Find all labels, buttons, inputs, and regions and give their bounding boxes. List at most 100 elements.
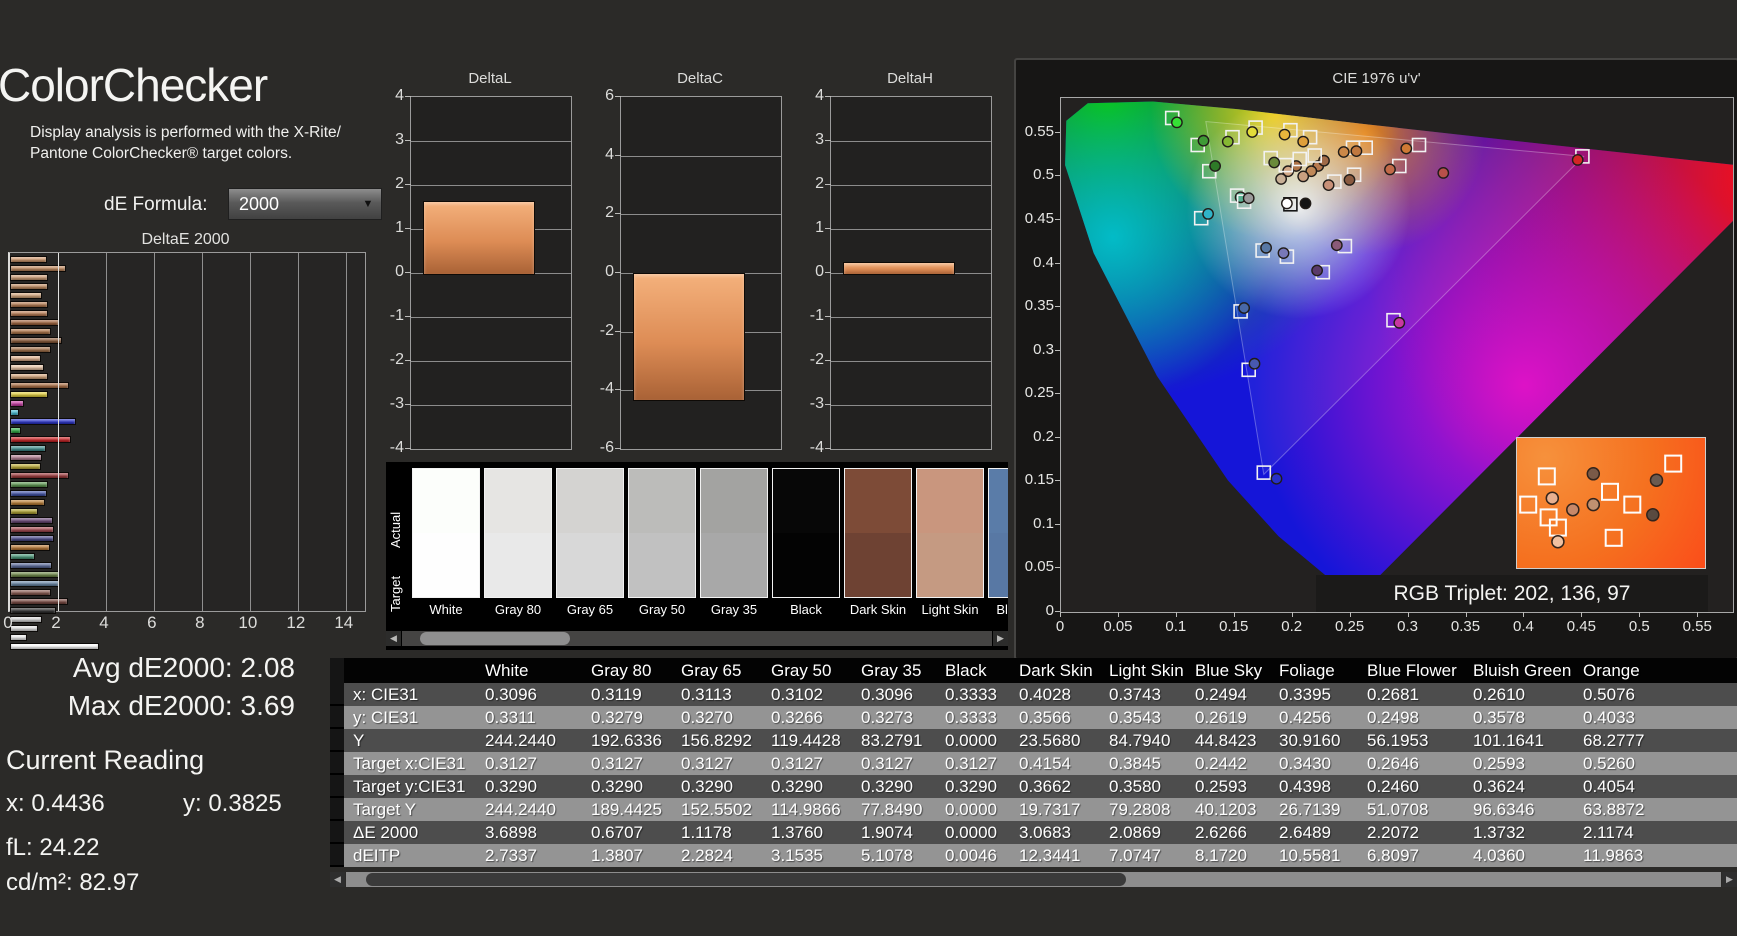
current-reading-label: Current Reading <box>6 745 204 776</box>
table-cell: 51.0708 <box>1358 798 1464 821</box>
measured-marker <box>1271 474 1281 484</box>
table-cell: 3.6898 <box>476 821 582 844</box>
y-tick-label: 4 <box>588 146 614 164</box>
table-cell: 10.5581 <box>1270 844 1358 867</box>
swatch-target <box>989 533 1008 597</box>
y-tick-label: 0 <box>588 263 614 281</box>
table-cell: 1.1178 <box>672 821 762 844</box>
cie-y-tick-label: 0.5 <box>1018 167 1054 183</box>
table-cell: 114.9866 <box>762 798 852 821</box>
deltae-chart <box>8 252 366 612</box>
swatch-target <box>557 533 623 597</box>
deltae-bar <box>10 355 41 362</box>
gridline <box>411 405 571 406</box>
gridline <box>831 229 991 230</box>
scrollbar-thumb[interactable] <box>420 632 570 645</box>
table-cell: 0.2442 <box>1186 752 1270 775</box>
avg-de2000: Avg dE2000: 2.08 <box>0 652 295 684</box>
y-tick-mark <box>615 448 621 449</box>
cie-zoom-inset <box>1516 437 1706 569</box>
cie-x-tick-mark <box>1350 612 1351 617</box>
cie-x-tick-label: 0.35 <box>1446 618 1486 635</box>
swatch-label: Gray 65 <box>556 602 624 617</box>
scrollbar-thumb[interactable] <box>366 873 1126 886</box>
gridline <box>250 253 251 611</box>
y-tick-mark <box>405 184 411 185</box>
measured-marker <box>1339 147 1349 157</box>
table-cell: 0.0000 <box>936 798 1010 821</box>
table-cell: 1.3807 <box>582 844 672 867</box>
row-stub <box>330 729 344 752</box>
deltal-chart <box>410 96 572 450</box>
x-tick-label: 14 <box>324 613 364 633</box>
deltae-bar <box>10 463 41 470</box>
cie-x-tick-label: 0.1 <box>1156 618 1196 635</box>
table-cell: 0.3127 <box>936 752 1010 775</box>
cie-y-tick-mark <box>1055 132 1060 133</box>
deltae-bar <box>10 337 62 344</box>
measured-marker <box>1223 136 1233 146</box>
deltae-bar <box>10 292 42 299</box>
deltae-bar <box>10 517 53 524</box>
target-marker <box>1624 497 1640 513</box>
color-swatch <box>556 468 624 598</box>
measured-marker <box>1438 168 1448 178</box>
table-cell: 2.1174 <box>1574 821 1737 844</box>
measured-marker <box>1546 492 1558 504</box>
table-scrollbar[interactable]: ◀▶ <box>330 872 1737 887</box>
current-fl: fL: 24.22 <box>6 834 99 862</box>
row-stub <box>330 775 344 798</box>
table-cell: 0.3127 <box>852 752 936 775</box>
deltae-bar <box>10 526 54 533</box>
cie-x-tick-label: 0.3 <box>1388 618 1428 635</box>
table-cell: 2.2824 <box>672 844 762 867</box>
y-tick-mark <box>825 228 831 229</box>
y-tick-label: -4 <box>588 380 614 398</box>
cie-y-tick-label: 0.4 <box>1018 255 1054 271</box>
measured-marker <box>1276 174 1286 184</box>
y-tick-mark <box>405 272 411 273</box>
table-cell: 68.2777 <box>1574 729 1737 752</box>
deltae-bar <box>10 283 48 290</box>
deltae-bar <box>10 580 59 587</box>
y-tick-mark <box>405 360 411 361</box>
y-tick-mark <box>825 404 831 405</box>
swatch-actual <box>917 469 983 533</box>
scroll-left-button[interactable]: ◀ <box>330 872 345 887</box>
scroll-right-button[interactable]: ▶ <box>993 631 1008 646</box>
color-swatch <box>484 468 552 598</box>
table-row: Target x:CIE310.31270.31270.31270.31270.… <box>330 752 1737 775</box>
cie-x-tick-label: 0.15 <box>1214 618 1254 635</box>
table-cell: 1.9074 <box>852 821 936 844</box>
y-tick-label: 2 <box>798 175 824 193</box>
table-cell: 0.2619 <box>1186 706 1270 729</box>
swatch-scrollbar[interactable]: ◀▶ <box>386 631 1008 646</box>
table-cell: 26.7139 <box>1270 798 1358 821</box>
cie-x-tick-mark <box>1466 612 1467 617</box>
gridline <box>831 317 991 318</box>
scrollbar-track[interactable] <box>346 872 1721 887</box>
swatch-label: White <box>412 602 480 617</box>
target-marker <box>1541 509 1557 525</box>
deltae-bar <box>10 400 24 407</box>
scroll-left-button[interactable]: ◀ <box>386 631 401 646</box>
scrollbar-track[interactable] <box>402 631 992 646</box>
table-cell: 84.7940 <box>1100 729 1186 752</box>
table-row: ΔE 20003.68980.67071.11781.37601.90740.0… <box>330 821 1737 844</box>
cie-x-tick-label: 0.2 <box>1272 618 1312 635</box>
column-header: Foliage <box>1270 658 1358 683</box>
table-cell: 0.0046 <box>936 844 1010 867</box>
scroll-right-button[interactable]: ▶ <box>1722 872 1737 887</box>
table-cell: 23.5680 <box>1010 729 1100 752</box>
deltae-bar <box>10 481 48 488</box>
de-formula-dropdown[interactable]: 2000 ▼ <box>228 188 382 220</box>
gridline <box>411 185 571 186</box>
table-cell: 0.3311 <box>476 706 582 729</box>
swatch-label: Black <box>772 602 840 617</box>
cie-x-tick-label: 0.55 <box>1677 618 1717 635</box>
swatch-actual <box>485 469 551 533</box>
deltae-bar <box>10 643 99 650</box>
table-cell: 77.8490 <box>852 798 936 821</box>
row-label: ΔE 2000 <box>344 821 476 844</box>
table-cell: 63.8872 <box>1574 798 1737 821</box>
